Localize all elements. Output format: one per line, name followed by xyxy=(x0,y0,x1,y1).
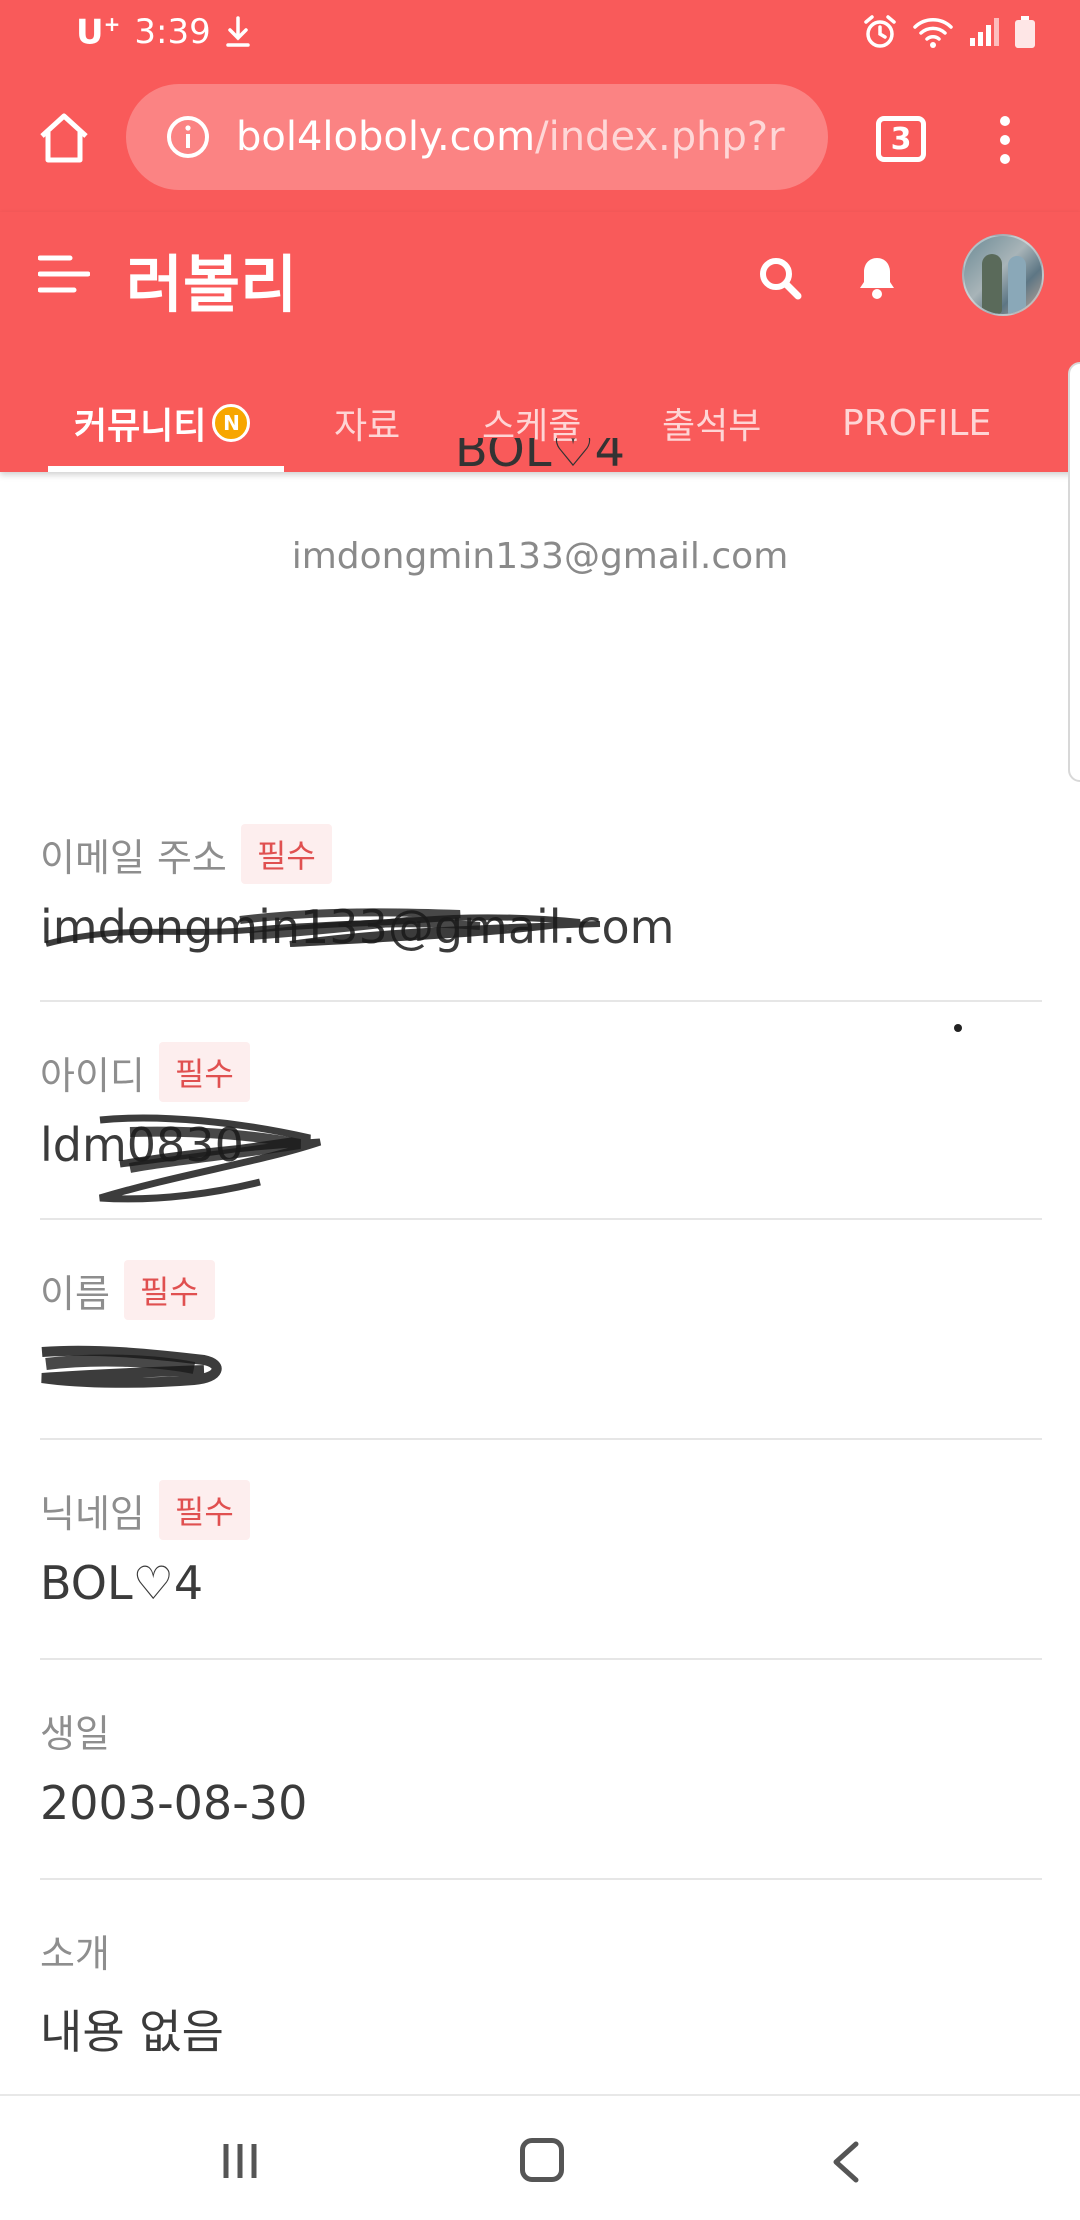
birthday-value: 2003-08-30 xyxy=(40,1776,308,1830)
field-label: 이메일 주소 xyxy=(40,835,227,880)
field-name: 이름 필수 이동민 xyxy=(40,1220,1042,1440)
field-username: 아이디 필수 ldm0830 xyxy=(40,1002,1042,1220)
system-navigation-bar xyxy=(0,2094,1080,2220)
touch-dot xyxy=(954,1024,962,1032)
field-label: 소개 xyxy=(40,1931,110,1976)
site-header: 러볼리 커뮤니티 N 자료 스케줄 출석부 PROFILE xyxy=(0,212,1080,472)
signal-icon xyxy=(970,18,999,46)
username-value: ldm0830 xyxy=(40,1118,244,1172)
home-icon[interactable] xyxy=(34,108,94,168)
recent-apps-icon[interactable] xyxy=(220,2142,260,2180)
battery-icon xyxy=(1015,16,1035,48)
field-label: 이름 xyxy=(40,1271,110,1316)
new-badge: N xyxy=(212,404,251,442)
status-bar: U+ 3:39 xyxy=(0,0,1080,68)
wifi-icon xyxy=(913,18,953,48)
bio-value: 내용 없음 xyxy=(40,2005,224,2059)
home-nav-icon[interactable] xyxy=(520,2138,564,2182)
field-bio: 소개 내용 없음 xyxy=(40,1880,1042,2094)
profile-email: imdongmin133@gmail.com xyxy=(291,536,789,577)
field-label: 닉네임 xyxy=(40,1491,145,1536)
email-value: imdongmin133@gmail.com xyxy=(40,900,675,954)
carrier-label: U+ xyxy=(76,12,121,53)
required-badge: 필수 xyxy=(123,1260,215,1320)
field-email: 이메일 주소 필수 imdongmin133@gmail.com xyxy=(40,824,1042,1002)
more-options-icon[interactable] xyxy=(990,110,1020,170)
avatar[interactable] xyxy=(962,234,1044,316)
search-icon[interactable] xyxy=(756,254,804,302)
hamburger-menu-icon[interactable] xyxy=(38,252,90,296)
tab-switcher-button[interactable]: 3 xyxy=(876,116,926,162)
required-badge: 필수 xyxy=(240,824,332,884)
status-time: 3:39 xyxy=(134,12,211,53)
download-icon xyxy=(225,16,250,47)
site-title[interactable]: 러볼리 xyxy=(126,234,297,324)
alarm-icon xyxy=(864,15,896,48)
field-birthday: 생일 2003-08-30 xyxy=(40,1660,1042,1880)
profile-nickname: BOL♡4 xyxy=(454,438,626,478)
url-text[interactable]: bol4loboly.com/index.php?r xyxy=(236,114,785,160)
nickname-value: BOL♡4 xyxy=(40,1556,204,1610)
name-value: 이동민 xyxy=(40,1345,167,1399)
required-badge: 필수 xyxy=(158,1480,250,1540)
back-icon[interactable] xyxy=(828,2140,868,2184)
browser-toolbar: bol4loboly.com/index.php?r 3 xyxy=(0,68,1080,212)
url-bar[interactable]: bol4loboly.com/index.php?r xyxy=(126,84,828,190)
required-badge: 필수 xyxy=(158,1042,250,1102)
notification-bell-icon[interactable] xyxy=(852,252,902,302)
field-label: 아이디 xyxy=(40,1053,145,1098)
field-nickname: 닉네임 필수 BOL♡4 xyxy=(40,1440,1042,1660)
info-icon[interactable] xyxy=(166,115,210,159)
field-label: 생일 xyxy=(40,1711,110,1756)
